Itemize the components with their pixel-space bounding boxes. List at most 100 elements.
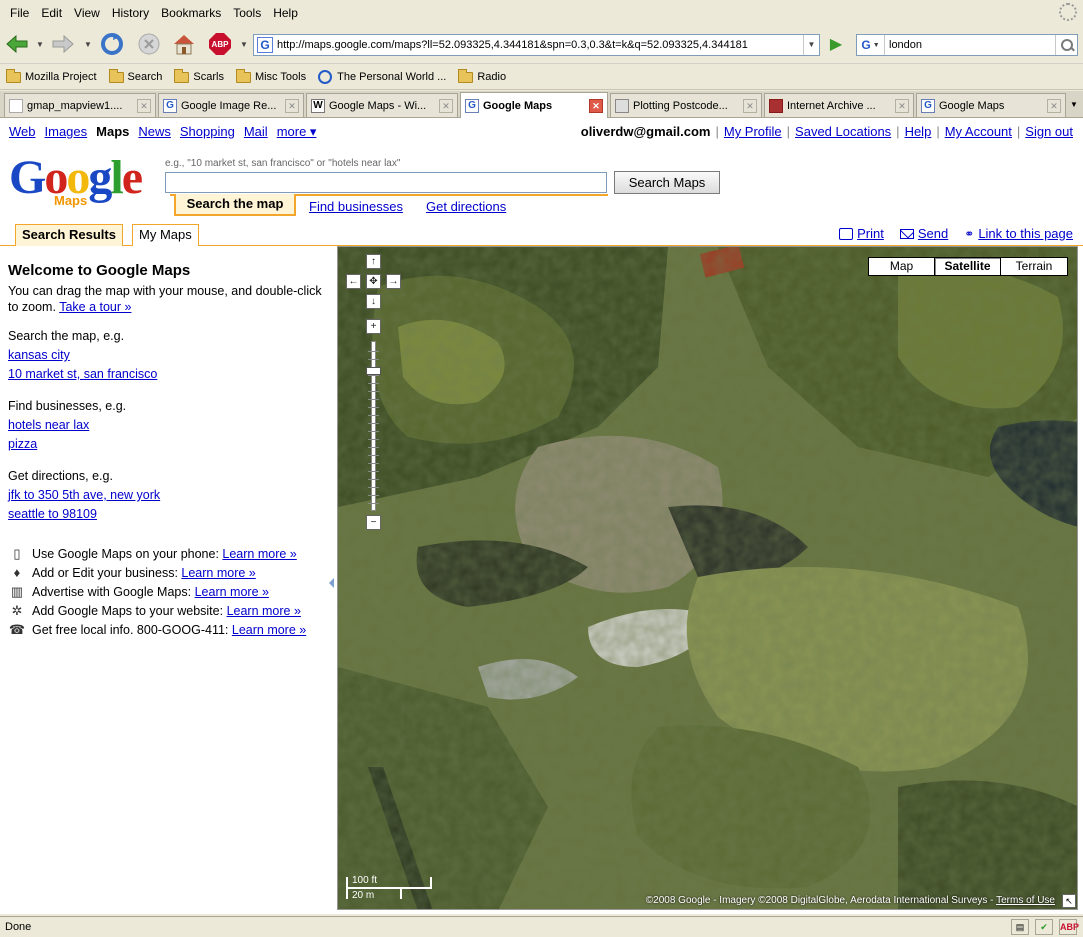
adblock-button[interactable]: ABP: [207, 31, 233, 57]
my-account-link[interactable]: My Account: [945, 124, 1012, 139]
tab-get-directions[interactable]: Get directions: [426, 199, 506, 214]
return-to-center-icon[interactable]: ✥: [366, 274, 381, 289]
example-kansas-city[interactable]: kansas city: [8, 346, 328, 365]
bookmark-radio[interactable]: Radio: [458, 68, 506, 83]
map-type-satellite[interactable]: Satellite: [935, 258, 1001, 275]
pan-left-icon[interactable]: ←: [346, 274, 361, 289]
gbar-images[interactable]: Images: [45, 124, 88, 140]
menu-edit[interactable]: Edit: [35, 2, 68, 24]
bookmark-mozilla-project[interactable]: Mozilla Project: [6, 68, 97, 83]
url-history-dropdown-icon[interactable]: ▼: [803, 35, 819, 55]
reload-button[interactable]: [99, 31, 125, 57]
my-profile-link[interactable]: My Profile: [724, 124, 782, 139]
tab-list-menu-icon[interactable]: ▼: [1067, 95, 1081, 115]
menu-bookmarks[interactable]: Bookmarks: [155, 2, 227, 24]
bookmark-search[interactable]: Search: [108, 68, 162, 83]
take-tour-link[interactable]: Take a tour »: [59, 300, 131, 314]
example-market-st[interactable]: 10 market st, san francisco: [8, 365, 328, 384]
menu-file[interactable]: File: [4, 2, 35, 24]
gbar-news[interactable]: News: [138, 124, 171, 140]
back-history-dropdown-icon[interactable]: ▼: [36, 40, 44, 49]
terms-of-use-link[interactable]: Terms of Use: [996, 895, 1055, 906]
url-text[interactable]: http://maps.google.com/maps?ll=52.093325…: [277, 39, 803, 51]
tab-my-maps[interactable]: My Maps: [132, 224, 199, 246]
satellite-map[interactable]: Map Satellite Terrain ↑ ← ✥ → ↓ + − 100 …: [337, 246, 1078, 910]
search-maps-button[interactable]: Search Maps: [614, 171, 720, 194]
google-maps-logo[interactable]: Google Maps: [9, 154, 159, 212]
close-tab-icon[interactable]: ✕: [439, 98, 453, 113]
help-link[interactable]: Help: [905, 124, 932, 139]
tab-gmap-mapview[interactable]: gmap_mapview1.... ✕: [4, 93, 156, 117]
learn-more-website[interactable]: Learn more »: [227, 604, 301, 618]
address-bar[interactable]: G http://maps.google.com/maps?ll=52.0933…: [253, 34, 820, 56]
menu-view[interactable]: View: [68, 2, 106, 24]
page-info-icon[interactable]: ▤: [1011, 919, 1029, 935]
web-search-input[interactable]: london: [885, 39, 1055, 51]
pan-up-icon[interactable]: ↑: [366, 254, 381, 269]
tab-internet-archive[interactable]: Internet Archive ... ✕: [764, 93, 914, 117]
bookmark-personal-world[interactable]: The Personal World ...: [318, 70, 446, 84]
web-search-box[interactable]: G ▼ london: [856, 34, 1078, 56]
close-tab-icon[interactable]: ✕: [285, 98, 299, 113]
gbar-web[interactable]: Web: [9, 124, 36, 140]
bookmark-misc-tools[interactable]: Misc Tools: [235, 68, 306, 83]
collapse-sidebar-icon[interactable]: [329, 578, 334, 588]
forward-arrow-icon: [52, 34, 74, 54]
send-link[interactable]: Send: [899, 226, 948, 241]
learn-more-business[interactable]: Learn more »: [181, 566, 255, 580]
stop-button[interactable]: [136, 31, 162, 57]
bookmark-scarls[interactable]: Scarls: [174, 68, 224, 83]
menu-history[interactable]: History: [106, 2, 155, 24]
zoom-in-icon[interactable]: +: [366, 319, 381, 334]
gbar-mail[interactable]: Mail: [244, 124, 268, 140]
example-hotels[interactable]: hotels near lax: [8, 416, 328, 435]
gbar-shopping[interactable]: Shopping: [180, 124, 235, 140]
tab-google-image-results[interactable]: G Google Image Re... ✕: [158, 93, 304, 117]
zoom-out-icon[interactable]: −: [366, 515, 381, 530]
maps-search-input[interactable]: [165, 172, 607, 193]
search-icon[interactable]: [1055, 35, 1077, 55]
example-seattle[interactable]: seattle to 98109: [8, 505, 328, 524]
link-to-page[interactable]: ⚭ Link to this page: [964, 226, 1073, 241]
learn-more-phone[interactable]: Learn more »: [222, 547, 296, 561]
menu-tools[interactable]: Tools: [227, 2, 267, 24]
home-button[interactable]: [171, 31, 197, 57]
back-button[interactable]: [4, 31, 30, 57]
globe-icon: [318, 70, 333, 84]
tab-search-results[interactable]: Search Results: [15, 224, 123, 246]
example-jfk[interactable]: jfk to 350 5th ave, new york: [8, 486, 328, 505]
learn-more-goog411[interactable]: Learn more »: [232, 623, 306, 637]
search-engine-selector[interactable]: G ▼: [857, 35, 885, 55]
zoom-slider-thumb[interactable]: [366, 367, 381, 375]
example-pizza[interactable]: pizza: [8, 435, 328, 454]
pan-down-icon[interactable]: ↓: [366, 294, 381, 309]
learn-more-advertise[interactable]: Learn more »: [195, 585, 269, 599]
pan-right-icon[interactable]: →: [386, 274, 401, 289]
forward-button[interactable]: [50, 31, 76, 57]
zoom-slider[interactable]: [366, 341, 381, 511]
tab-google-maps-2[interactable]: G Google Maps ✕: [916, 93, 1066, 117]
adblock-dropdown-icon[interactable]: ▼: [240, 40, 248, 49]
close-tab-icon[interactable]: ✕: [1047, 98, 1061, 113]
close-tab-icon[interactable]: ✕: [589, 98, 603, 113]
close-tab-icon[interactable]: ✕: [137, 98, 151, 113]
gbar-more[interactable]: more ▾: [277, 124, 317, 140]
close-tab-icon[interactable]: ✕: [895, 98, 909, 113]
menu-help[interactable]: Help: [267, 2, 304, 24]
go-button[interactable]: ▶: [826, 35, 846, 55]
saved-locations-link[interactable]: Saved Locations: [795, 124, 891, 139]
tab-plotting-postcodes[interactable]: Plotting Postcode... ✕: [610, 93, 762, 117]
tab-find-businesses[interactable]: Find businesses: [309, 199, 403, 214]
tab-google-maps-wikipedia[interactable]: W Google Maps - Wi... ✕: [306, 93, 458, 117]
tab-search-the-map[interactable]: Search the map: [174, 194, 296, 216]
forward-history-dropdown-icon[interactable]: ▼: [84, 40, 92, 49]
print-link[interactable]: Print: [839, 226, 884, 241]
close-tab-icon[interactable]: ✕: [743, 98, 757, 113]
tab-google-maps-active[interactable]: G Google Maps ✕: [460, 92, 608, 118]
sign-out-link[interactable]: Sign out: [1025, 124, 1073, 139]
security-check-icon[interactable]: ✔: [1035, 919, 1053, 935]
adblock-status-icon[interactable]: ABP: [1059, 919, 1079, 935]
map-type-map[interactable]: Map: [869, 258, 935, 275]
map-type-terrain[interactable]: Terrain: [1001, 258, 1067, 275]
overview-map-toggle-icon[interactable]: ↖: [1062, 894, 1076, 908]
